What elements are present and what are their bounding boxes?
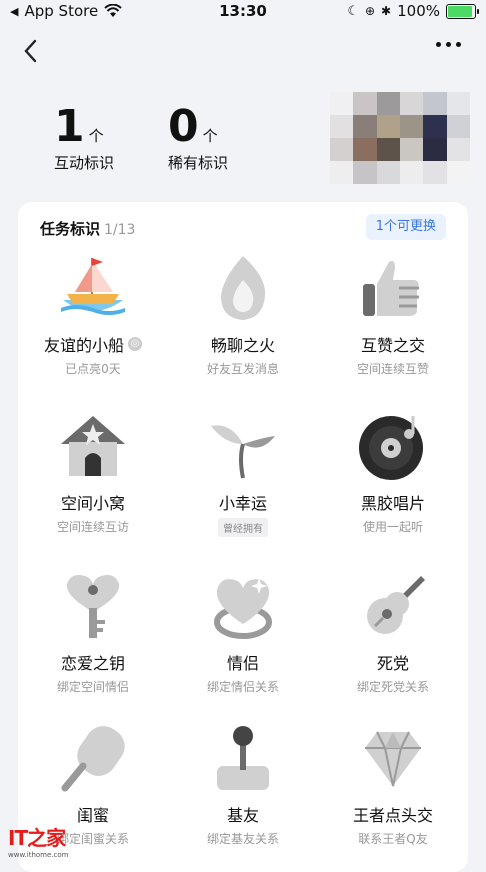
badge-subtitle: 绑定基友关系 (206, 832, 279, 846)
badge-item[interactable]: 黑胶唱片 使用一起听 (318, 408, 468, 535)
badge-name: 恋爱之钥 (18, 650, 168, 674)
joystick-icon (205, 720, 281, 796)
card-title: 任务标识 1/13 (40, 218, 135, 239)
badge-item[interactable]: 空间小窝空间连续互访 (18, 408, 168, 535)
stat-unit: 个 (202, 127, 218, 145)
badge-item[interactable]: 友谊的小船 ◎ 已点亮0天 (18, 250, 168, 377)
heart-key-icon (55, 568, 131, 644)
badge-name-text: 基友 (226, 806, 259, 825)
badge-name-text: 闺蜜 (76, 806, 109, 825)
stat-value: 1 (54, 101, 85, 152)
badge-name-text: 情侣 (226, 654, 259, 673)
avatar[interactable] (330, 92, 470, 184)
badge-subtitle: 空间连续互访 (56, 520, 129, 534)
badge-item[interactable]: 死党 绑定死党关系 (318, 568, 468, 695)
badge-name: 小幸运 (168, 490, 318, 514)
bluetooth-icon: ✱ (381, 4, 392, 18)
sprout-icon (205, 408, 281, 484)
badge-name: 基友 (168, 802, 318, 826)
badge-subtitle: 绑定情侣关系 (206, 680, 279, 694)
badge-name: 情侣 (168, 650, 318, 674)
badge-name: 畅聊之火 (168, 332, 318, 356)
stat-interaction: 1个 互动标识 (54, 104, 114, 173)
stat-label: 互动标识 (54, 154, 115, 172)
moon-icon: ☾ (347, 3, 359, 19)
watermark: IT之家 www.ithome.com (8, 822, 72, 859)
badge-item[interactable]: 恋爱之钥绑定空间情侣 (18, 568, 168, 695)
badge-item[interactable]: 畅聊之火好友互发消息 (168, 250, 318, 377)
status-bar: ◀ App Store 13:30 ☾ ⊕ ✱ 100% (0, 0, 486, 24)
badge-name-text: 王者点头交 (352, 806, 433, 825)
stat-rare: 0个 稀有标识 (168, 104, 228, 173)
badge-name: 空间小窝 (18, 490, 168, 514)
popsicle-icon (55, 720, 131, 796)
info-icon[interactable]: ◎ (128, 337, 142, 351)
badge-subtitle: 已点亮0天 (65, 362, 121, 376)
badge-subtitle: 空间连续互赞 (356, 362, 429, 376)
stat-unit: 个 (88, 127, 104, 145)
watermark-url: www.ithome.com (8, 851, 69, 859)
fire-icon (205, 250, 281, 326)
badge-subtitle: 使用一起听 (362, 520, 423, 534)
thumbs-up-icon (355, 250, 431, 326)
badge-subtitle: 联系王者Q友 (358, 832, 428, 846)
badge-name: 互赞之交 (318, 332, 468, 356)
stat-value: 0 (168, 101, 199, 152)
task-badge-card: 任务标识 1/13 1个可更换 友谊的小船 ◎ 已点亮0天 畅聊之火 好友互发消息 互赞之交… (18, 202, 468, 872)
orientation-lock-icon: ⊕ (364, 4, 376, 18)
card-title-text: 任务标识 (40, 220, 101, 238)
badge-subtitle: 绑定死党关系 (356, 680, 429, 694)
badge-name-text: 互赞之交 (360, 336, 425, 355)
vinyl-record-icon (355, 408, 431, 484)
diamond-icon (355, 720, 431, 796)
battery-percent: 100% (397, 2, 440, 20)
badge-name: 王者点头交 (318, 802, 468, 826)
badge-name-text: 黑胶唱片 (360, 494, 425, 513)
badge-item[interactable]: 情侣 绑定情侣关系 (168, 568, 318, 695)
replace-button[interactable]: 1个可更换 (365, 214, 446, 240)
house-icon (55, 408, 131, 484)
badge-item[interactable]: 互赞之交空间连续互赞 (318, 250, 468, 377)
watermark-logo: IT之家 (8, 826, 66, 850)
card-count: 1/13 (104, 222, 136, 238)
badge-name-text: 友谊的小船 (43, 336, 124, 355)
battery-icon (446, 3, 479, 19)
more-options-button[interactable] (436, 38, 464, 50)
badge-item[interactable]: 基友 绑定基友关系 (168, 720, 318, 847)
badge-tag: 曾经拥有 (218, 518, 268, 537)
badge-subtitle: 绑定空间情侣 (56, 680, 129, 694)
badge-name-text: 恋爱之钥 (60, 654, 125, 673)
boat-icon (55, 250, 131, 326)
stat-label: 稀有标识 (168, 154, 229, 172)
badge-name-text: 畅聊之火 (210, 336, 275, 355)
badge-item[interactable]: 王者点头交联系王者Q友 (318, 720, 468, 847)
badge-subtitle: 好友互发消息 (206, 362, 279, 376)
badge-name-text: 空间小窝 (60, 494, 125, 513)
back-button[interactable] (18, 36, 46, 66)
badge-item[interactable]: 小幸运 曾经拥有 (168, 408, 318, 537)
badge-name-text: 死党 (376, 654, 409, 673)
badge-name: 友谊的小船 ◎ (18, 332, 168, 356)
badge-name: 黑胶唱片 (318, 490, 468, 514)
guitar-icon (355, 568, 431, 644)
badge-name-text: 小幸运 (218, 494, 267, 513)
badge-name: 死党 (318, 650, 468, 674)
heart-ring-icon (205, 568, 281, 644)
